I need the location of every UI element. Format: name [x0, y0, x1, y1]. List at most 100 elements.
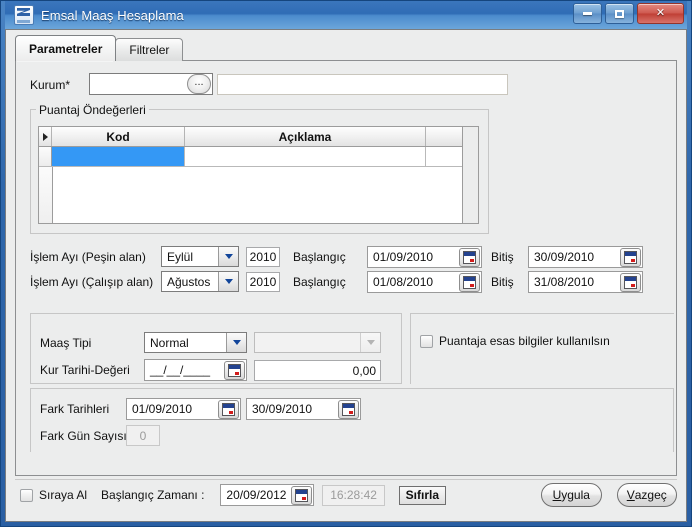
islem-ayi-pesin-start-label: Başlangıç	[293, 250, 346, 264]
kurum-name-field[interactable]	[217, 74, 508, 95]
vazgec-accel: V	[626, 488, 635, 502]
puantaja-esas-checkbox[interactable]	[420, 334, 433, 348]
puantaja-esas-checkbox-row[interactable]: Puantaja esas bilgiler kullanılsın	[420, 334, 610, 348]
chevron-down-icon	[360, 333, 380, 352]
column-header-kod[interactable]: Kod	[52, 127, 185, 146]
puantaj-grid[interactable]: Kod Açıklama	[38, 126, 479, 224]
application-window: Emsal Maaş Hesaplama ✕ Parametreler Filt…	[0, 0, 692, 527]
islem-ayi-pesin-start-date[interactable]: 01/09/2010	[367, 246, 482, 268]
chevron-down-icon[interactable]	[226, 333, 246, 352]
islem-ayi-pesin-end-label: Bitiş	[491, 250, 514, 264]
sifirla-button[interactable]: Sıfırla	[398, 485, 447, 505]
chevron-down-icon[interactable]	[218, 247, 238, 266]
uygula-button[interactable]: Uygula	[541, 483, 602, 507]
kur-degeri-field[interactable]: 0,00	[254, 360, 381, 381]
islem-ayi-calisip-end-label: Bitiş	[491, 275, 514, 289]
kur-degeri-value: 0,00	[352, 363, 376, 378]
islem-ayi-calisip-label: İşlem Ayı (Çalışıp alan)	[30, 275, 154, 289]
fark-start-value: 01/09/2010	[132, 402, 193, 416]
maximize-icon	[615, 9, 624, 18]
fark-gun-sayisi-label: Fark Gün Sayısı	[40, 429, 127, 443]
row-indicator-header	[39, 127, 52, 146]
islem-ayi-calisip-month-value: Ağustos	[167, 274, 211, 289]
title-bar[interactable]: Emsal Maaş Hesaplama ✕	[5, 1, 687, 29]
siraya-al-label: Sıraya Al	[39, 488, 88, 502]
grid-row-header-strip	[39, 167, 53, 223]
chevron-down-icon[interactable]	[218, 272, 238, 291]
row-selector-cell[interactable]	[39, 147, 52, 166]
uygula-label-rest: ygula	[561, 488, 590, 502]
islem-ayi-calisip-month-combo[interactable]: Ağustos	[161, 271, 239, 292]
baslangic-saati-value: 16:28:42	[330, 488, 377, 502]
client-area: Parametreler Filtreler Kurum* ... Puanta…	[5, 29, 687, 522]
islem-ayi-pesin-month-combo[interactable]: Eylül	[161, 246, 239, 267]
kurum-label: Kurum*	[30, 78, 71, 92]
islem-ayi-pesin-year-field[interactable]: 2010	[246, 247, 280, 267]
footer-bar: Sıraya Al Başlangıç Zamanı : 20/09/2012 …	[15, 480, 678, 510]
column-header-aciklama[interactable]: Açıklama	[185, 127, 426, 146]
calendar-icon[interactable]	[459, 247, 480, 267]
kurum-code-field[interactable]: ...	[89, 73, 213, 95]
baslangic-tarihi-value: 20/09/2012	[226, 488, 287, 502]
tab-filtreler[interactable]: Filtreler	[115, 38, 184, 61]
fark-start-date[interactable]: 01/09/2010	[126, 398, 241, 420]
uygula-accel: U	[552, 488, 562, 502]
tab-panel-parametreler: Kurum* ... Puantaj Öndeğerleri Kod Açıkl…	[15, 60, 677, 476]
calendar-icon[interactable]	[224, 360, 245, 380]
tab-parametreler[interactable]: Parametreler	[15, 35, 117, 61]
puantaj-grid-scrollbar[interactable]	[462, 127, 478, 223]
close-button[interactable]: ✕	[637, 3, 684, 24]
window-controls: ✕	[573, 3, 684, 24]
fark-end-value: 30/09/2010	[252, 402, 313, 416]
puantaj-grid-header: Kod Açıklama	[39, 127, 462, 147]
islem-ayi-calisip-year-field[interactable]: 2010	[246, 272, 280, 292]
fark-end-date[interactable]: 30/09/2010	[246, 398, 361, 420]
fark-tarihleri-label: Fark Tarihleri	[40, 402, 110, 416]
calendar-icon[interactable]	[620, 247, 641, 267]
maas-tipi-value: Normal	[150, 335, 189, 350]
maximize-button[interactable]	[605, 3, 634, 24]
kurum-code-value	[90, 74, 187, 94]
calendar-icon[interactable]	[338, 399, 359, 419]
islem-ayi-pesin-end-date[interactable]: 30/09/2010	[528, 246, 643, 268]
islem-ayi-calisip-start-value: 01/08/2010	[373, 275, 434, 289]
baslangic-saati-field: 16:28:42	[322, 484, 385, 506]
column-header-blank	[426, 127, 462, 146]
baslangic-zamani-label: Başlangıç Zamanı :	[101, 488, 205, 502]
minimize-icon	[583, 12, 592, 15]
baslangic-tarihi-field[interactable]: 20/09/2012	[220, 484, 315, 506]
table-row[interactable]	[39, 147, 462, 167]
cell-kod[interactable]	[52, 147, 185, 166]
kurum-browse-button[interactable]: ...	[187, 74, 211, 94]
maas-tipi-secondary-value	[255, 333, 360, 352]
kur-tarihi-date-field[interactable]: __/__/____	[144, 359, 247, 381]
islem-ayi-calisip-start-label: Başlangıç	[293, 275, 346, 289]
maas-tipi-combo[interactable]: Normal	[144, 332, 247, 353]
islem-ayi-calisip-year-value: 2010	[249, 275, 277, 289]
vazgec-label-rest: azgeç	[634, 488, 667, 502]
calendar-icon[interactable]	[620, 272, 641, 292]
vazgec-button[interactable]: Vazgeç	[616, 483, 678, 507]
calendar-icon[interactable]	[459, 272, 480, 292]
puantaj-option-panel	[410, 313, 674, 384]
close-icon: ✕	[655, 7, 666, 19]
islem-ayi-calisip-end-date[interactable]: 31/08/2010	[528, 271, 643, 293]
minimize-button[interactable]	[573, 3, 602, 24]
maas-tipi-secondary-combo	[254, 332, 381, 353]
window-title: Emsal Maaş Hesaplama	[41, 7, 184, 23]
cell-aciklama[interactable]	[185, 147, 426, 166]
islem-ayi-pesin-end-value: 30/09/2010	[534, 250, 595, 264]
islem-ayi-calisip-start-date[interactable]: 01/08/2010	[367, 271, 482, 293]
kur-tarihi-label: Kur Tarihi-Değeri	[40, 363, 130, 377]
islem-ayi-pesin-month-value: Eylül	[167, 249, 194, 264]
fark-gun-sayisi-value: 0	[139, 428, 147, 443]
maas-tipi-label: Maaş Tipi	[40, 336, 92, 350]
islem-ayi-pesin-label: İşlem Ayı (Peşin alan)	[30, 250, 146, 264]
calendar-icon[interactable]	[218, 399, 239, 419]
cell-blank	[426, 147, 462, 166]
puantaj-group-title: Puantaj Öndeğerleri	[36, 103, 149, 117]
siraya-al-checkbox[interactable]	[20, 488, 33, 502]
puantaj-grid-empty-area[interactable]	[39, 167, 462, 223]
calendar-icon[interactable]	[291, 485, 313, 505]
tab-strip: Parametreler Filtreler	[15, 35, 184, 61]
